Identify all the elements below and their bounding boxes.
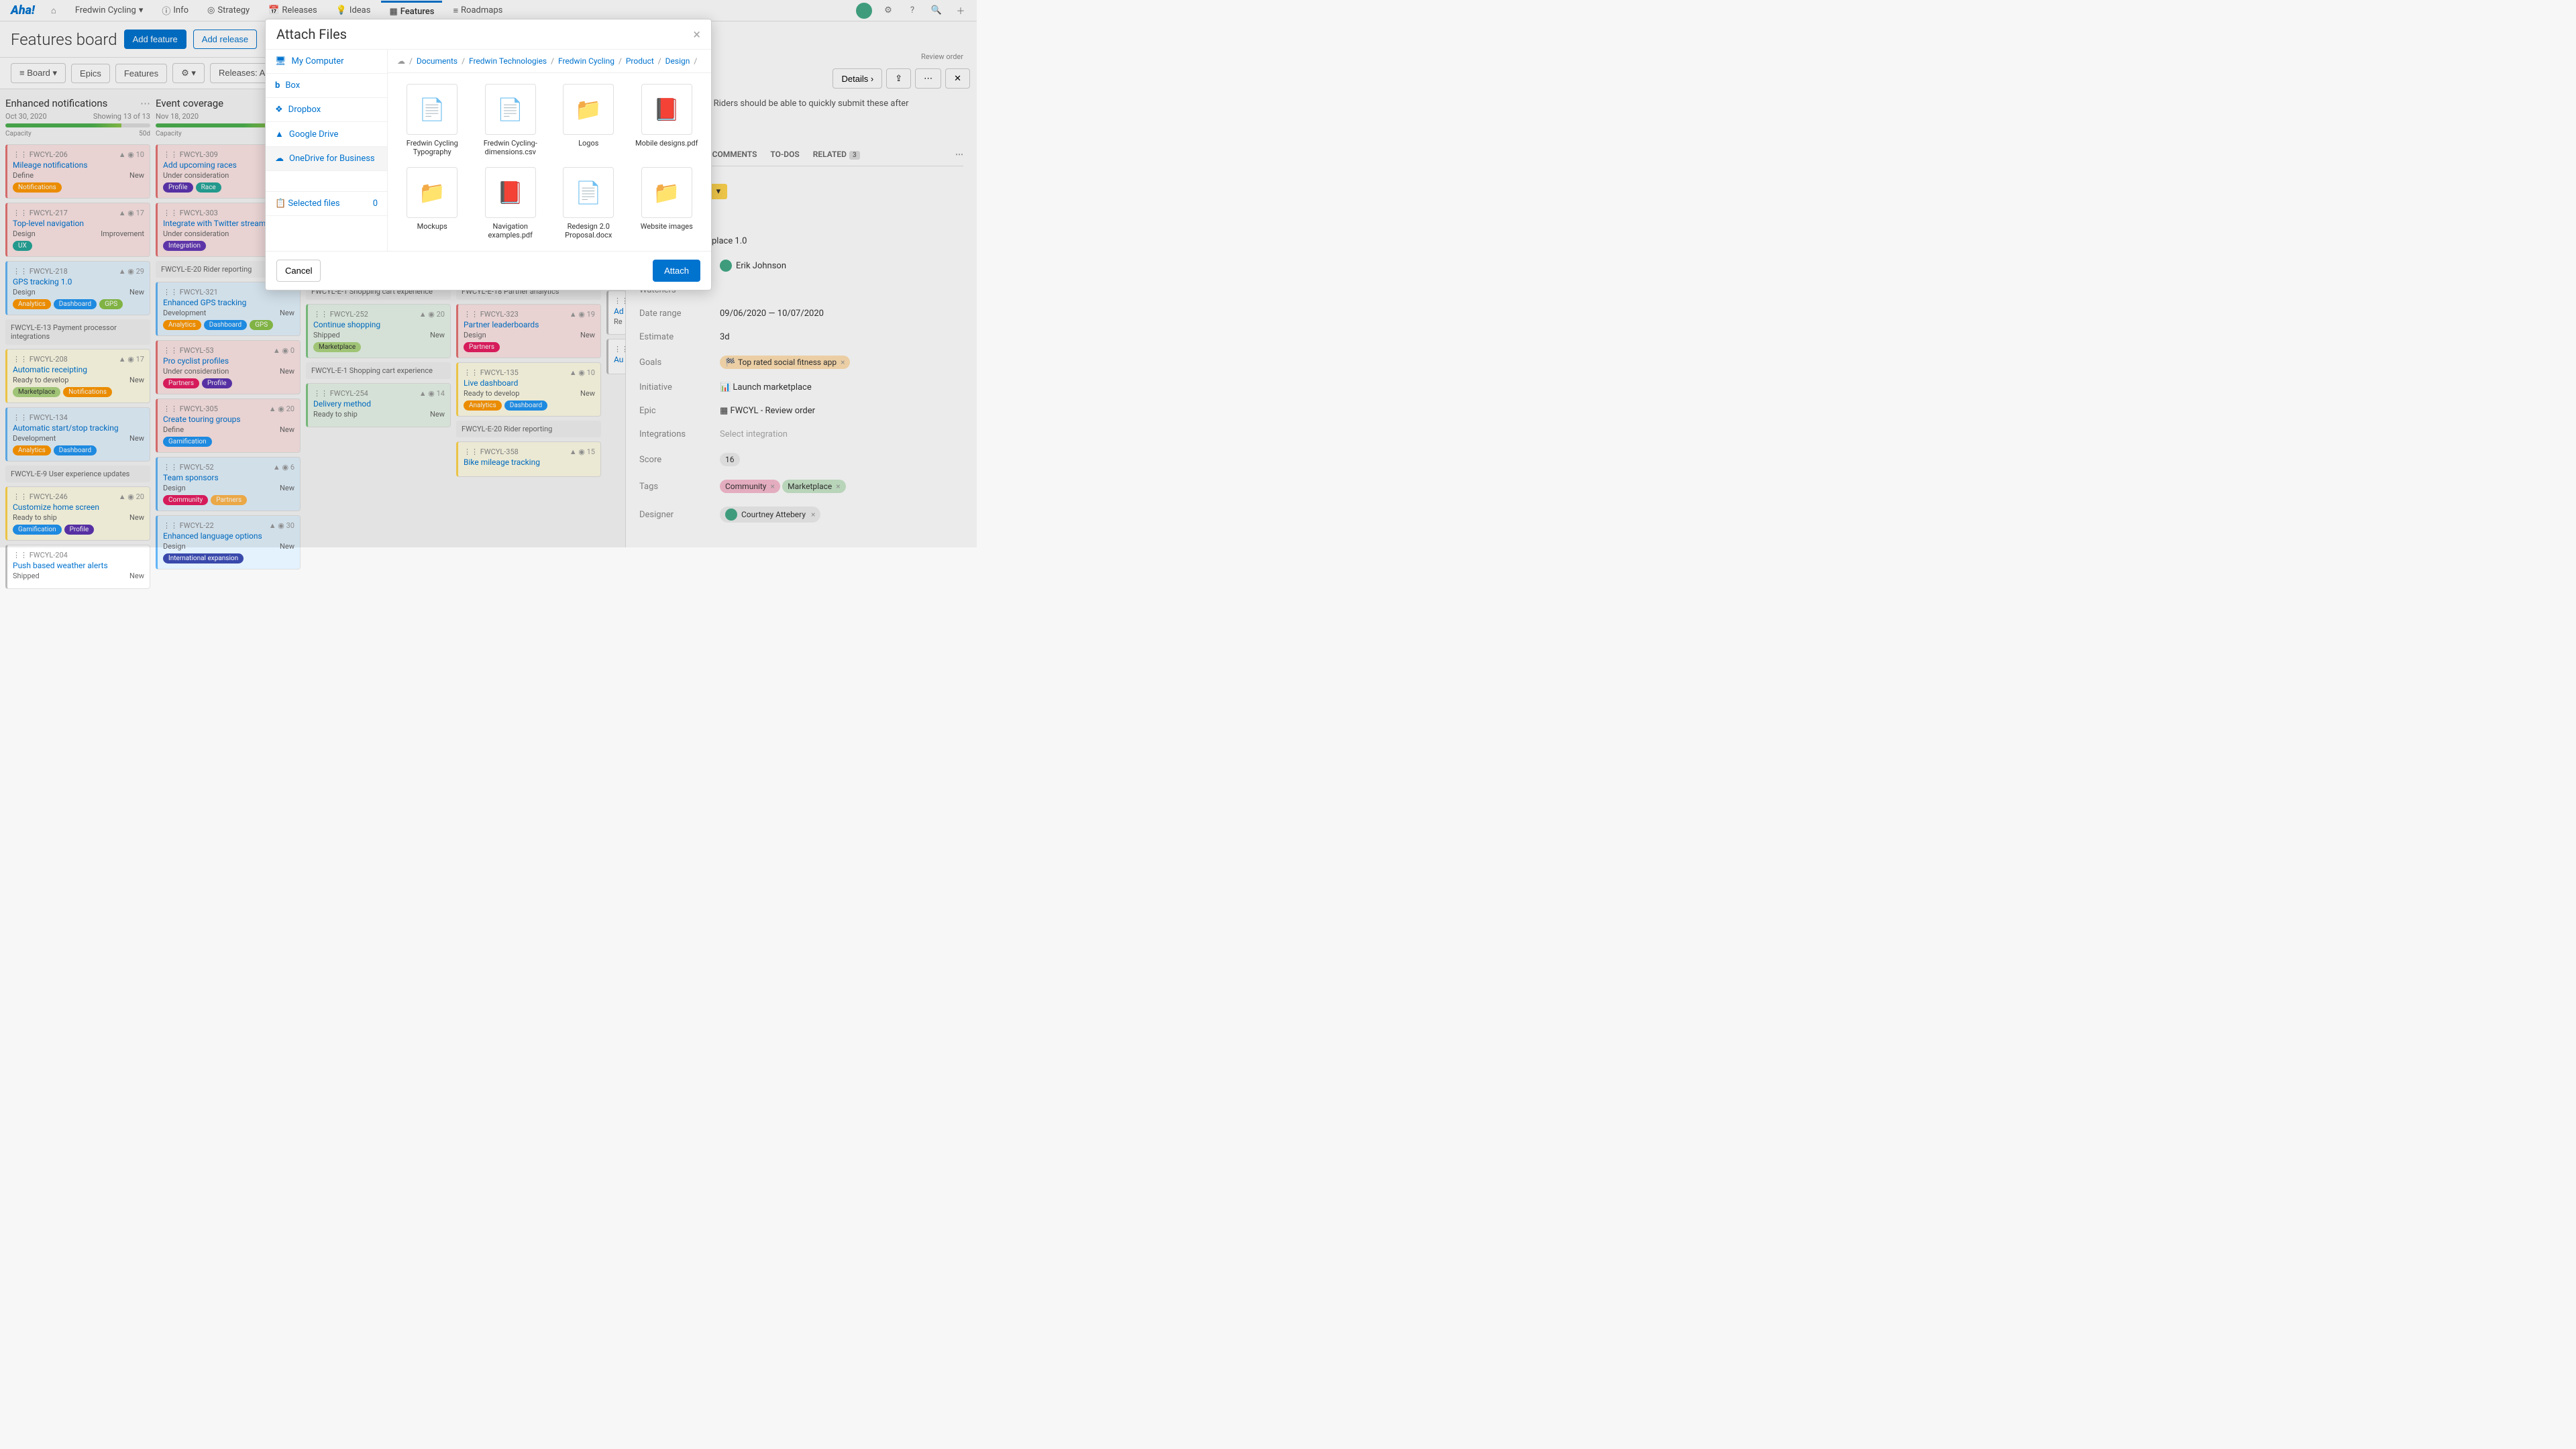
modal-overlay: Attach Files × 🖥 My Computer b Box ❖ Dro… — [0, 0, 977, 547]
modal-title: Attach Files — [276, 26, 347, 42]
source-google-drive[interactable]: ▲ Google Drive — [266, 122, 387, 147]
attach-button[interactable]: Attach — [653, 260, 700, 282]
file-item[interactable]: 📕Mobile designs.pdf — [633, 84, 701, 156]
file-item[interactable]: 📄Redesign 2.0 Proposal.docx — [555, 167, 623, 239]
file-item[interactable]: 📕Navigation examples.pdf — [477, 167, 545, 239]
source-my-computer[interactable]: 🖥 My Computer — [266, 50, 387, 74]
file-item[interactable]: 📁Mockups — [398, 167, 466, 239]
breadcrumb: ☁ / Documents / Fredwin Technologies / F… — [388, 50, 711, 73]
modal-close[interactable]: × — [693, 26, 700, 42]
file-item[interactable]: 📄Fredwin Cycling Typography — [398, 84, 466, 156]
attach-modal: Attach Files × 🖥 My Computer b Box ❖ Dro… — [265, 19, 712, 290]
file-item[interactable]: 📁Logos — [555, 84, 623, 156]
feature-card[interactable]: ⋮⋮ FWCYL-204 Push based weather alerts S… — [5, 545, 150, 589]
source-box[interactable]: b Box — [266, 74, 387, 98]
selected-files[interactable]: 📋 Selected files0 — [266, 191, 387, 216]
file-grid: 📄Fredwin Cycling Typography📄Fredwin Cycl… — [388, 73, 711, 250]
cancel-button[interactable]: Cancel — [276, 260, 321, 282]
file-item[interactable]: 📄Fredwin Cycling-dimensions.csv — [477, 84, 545, 156]
file-item[interactable]: 📁Website images — [633, 167, 701, 239]
source-dropbox[interactable]: ❖ Dropbox — [266, 98, 387, 122]
modal-sidebar: 🖥 My Computer b Box ❖ Dropbox ▲ Google D… — [266, 50, 388, 251]
source-onedrive[interactable]: ☁ OneDrive for Business — [266, 147, 387, 171]
